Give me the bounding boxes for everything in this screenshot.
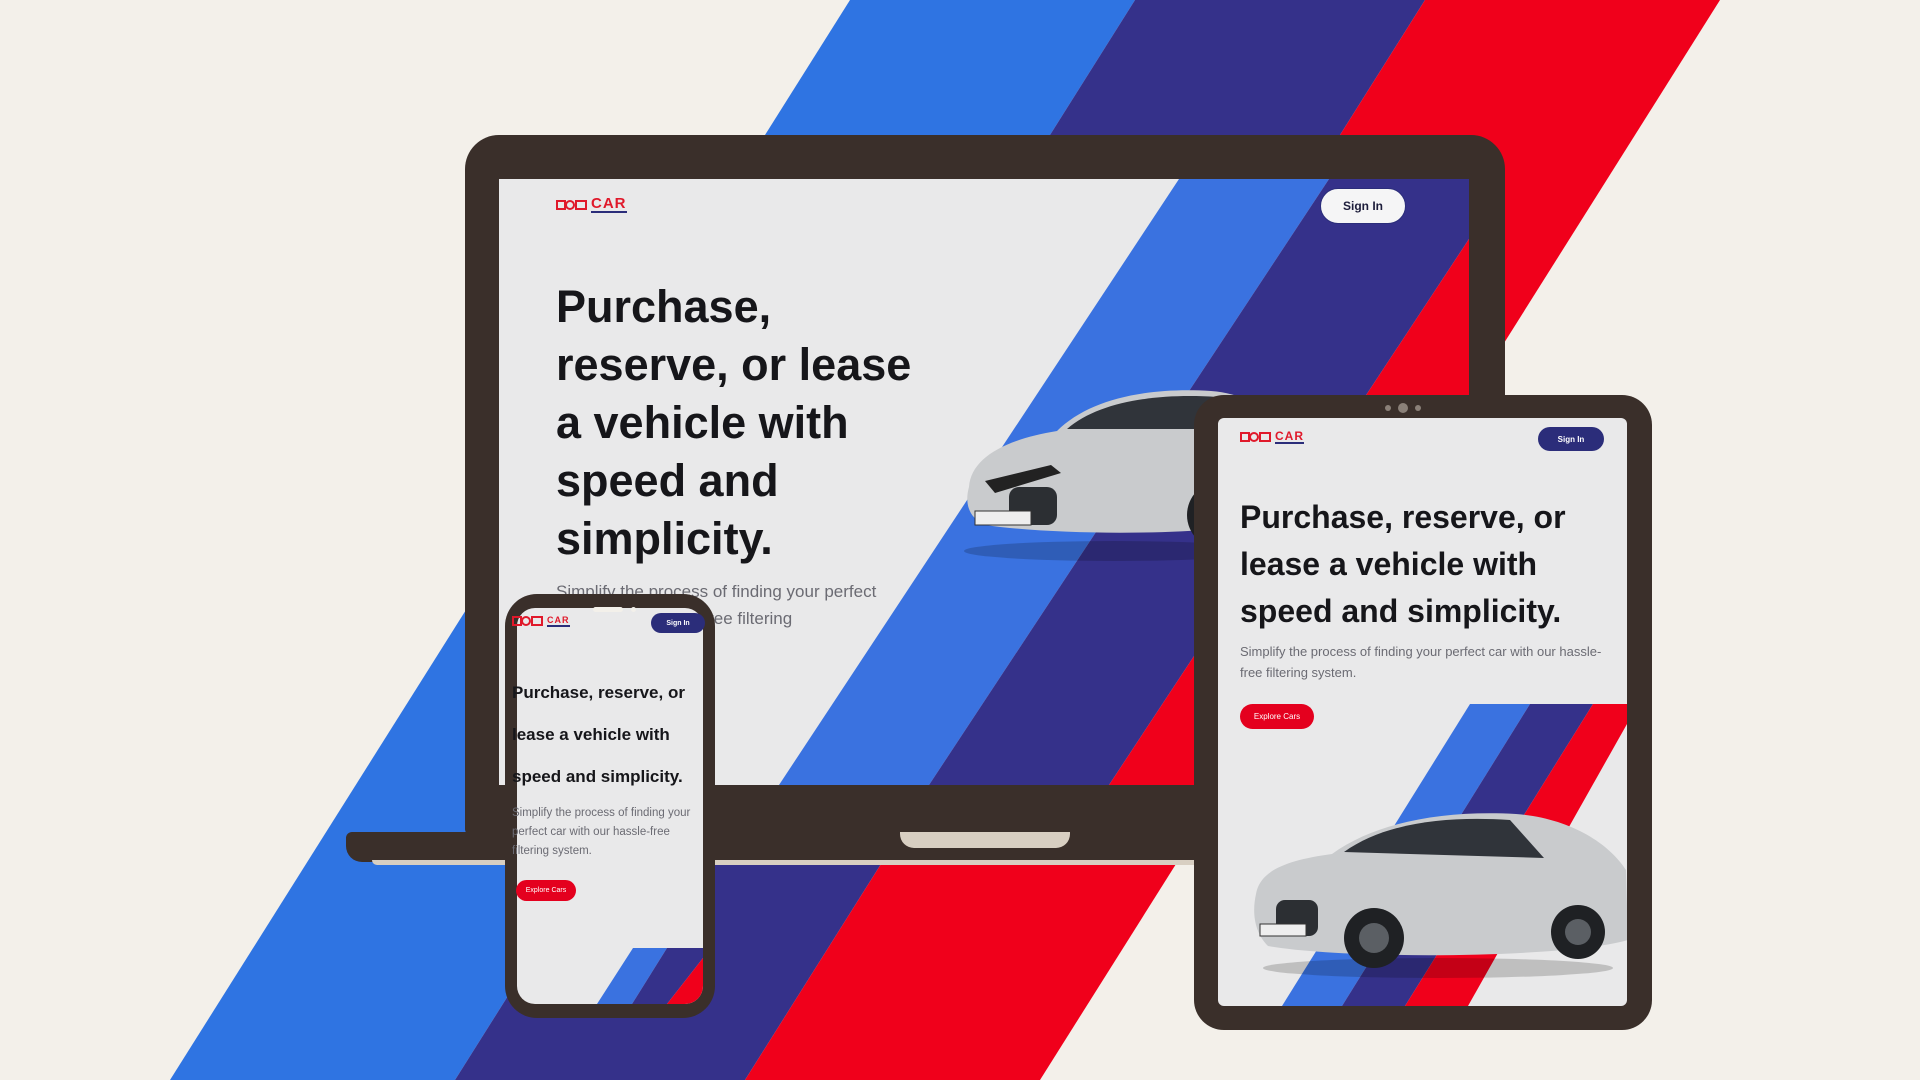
laptop-headline: Purchase, reserve, or lease a vehicle wi… [556,281,912,564]
phone-logo[interactable]: CAR [512,614,570,628]
phone-headline: Purchase, reserve, or lease a vehicle wi… [512,683,685,786]
tablet-headline: Purchase, reserve, or lease a vehicle wi… [1240,499,1566,629]
car-image [1254,813,1627,978]
tablet-sign-in-button[interactable]: Sign In [1538,427,1604,451]
logo-text: CAR [547,614,570,625]
tablet-subtext: Simplify the process of finding your per… [1240,644,1602,680]
phone-sign-in-button[interactable]: Sign In [651,613,705,633]
laptop-sign-in-button[interactable]: Sign In [1320,188,1406,224]
tablet-explore-cars-button[interactable]: Explore Cars [1240,704,1314,729]
phone-speaker [593,607,623,612]
logo-underline [547,624,570,627]
laptop-trackpad-notch [900,832,1070,848]
phone-camera-icon [631,607,636,612]
logo-text: CAR [591,195,627,212]
car-gear-logo-icon [512,616,543,626]
laptop-logo[interactable]: CAR [556,196,627,213]
phone-subtext: Simplify the process of finding your per… [512,807,691,857]
phone-stripes [597,948,703,1004]
tablet-logo[interactable]: CAR [1240,430,1304,444]
car-gear-logo-icon [556,199,587,210]
phone-explore-cars-button[interactable]: Explore Cars [516,880,576,901]
car-gear-logo-icon [1240,432,1271,442]
tablet-camera-icon [1385,403,1421,413]
logo-text: CAR [1275,429,1304,443]
